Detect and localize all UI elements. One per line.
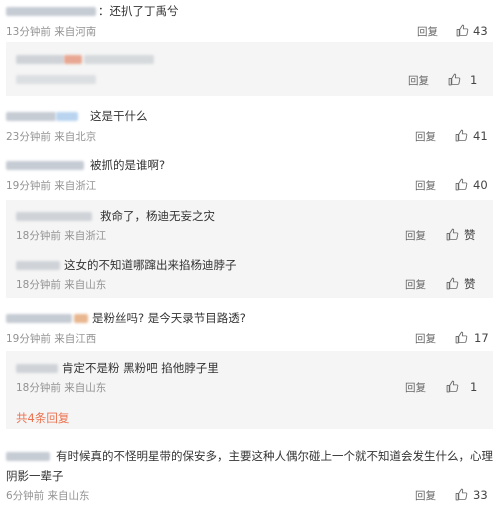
reply-button[interactable]: 回复 <box>405 278 426 292</box>
thumbs-up-icon[interactable] <box>455 331 468 344</box>
username-blurred[interactable] <box>6 161 84 170</box>
reply-meta: 18分钟前 来自浙江 <box>16 230 107 242</box>
comment-text: 被抓的是谁啊? <box>90 158 166 172</box>
comment-text-continued: 阴影一辈子 <box>6 469 64 483</box>
thumbs-up-icon[interactable] <box>455 178 468 191</box>
reply-text: 肯定不是粉 黑粉吧 掐他脖子里 <box>62 361 219 375</box>
reply-button[interactable]: 回复 <box>408 74 429 88</box>
reply-meta: 18分钟前 来自山东 <box>16 382 107 394</box>
like-label: 赞 <box>464 277 476 291</box>
thumbs-up-icon[interactable] <box>448 73 461 86</box>
reply-text-blurred <box>84 55 154 64</box>
emoji-blurred <box>74 314 88 323</box>
reply-username-blurred[interactable] <box>16 364 58 373</box>
thumbs-up-icon[interactable] <box>446 380 459 393</box>
reply-button[interactable]: 回复 <box>415 489 436 503</box>
reply-text: 这女的不知道哪蹿出来掐杨迪脖子 <box>64 258 237 272</box>
like-count: 33 <box>473 488 488 502</box>
reply-button[interactable]: 回复 <box>405 229 426 243</box>
reply-button[interactable]: 回复 <box>415 332 436 346</box>
badge-blurred <box>56 112 78 121</box>
view-more-replies-link[interactable]: 共4条回复 <box>16 410 69 426</box>
username-blurred[interactable] <box>6 314 72 323</box>
like-label: 赞 <box>464 228 476 242</box>
reply-meta-blurred <box>16 75 96 84</box>
reply-button[interactable]: 回复 <box>415 130 436 144</box>
comment-meta: 13分钟前 来自河南 <box>6 26 97 38</box>
comment-meta: 19分钟前 来自江西 <box>6 333 97 345</box>
reply-emoji-blurred <box>64 55 82 64</box>
like-count: 1 <box>470 380 478 394</box>
thumbs-up-icon[interactable] <box>456 24 469 37</box>
comment-meta: 19分钟前 来自浙江 <box>6 180 97 192</box>
comment-text: 是粉丝吗? 是今天录节目路透? <box>92 311 246 325</box>
username-blurred[interactable] <box>6 7 96 16</box>
thumbs-up-icon[interactable] <box>455 488 468 501</box>
reply-meta: 18分钟前 来自山东 <box>16 279 107 291</box>
thumbs-up-icon[interactable] <box>446 277 459 290</box>
like-count: 17 <box>474 331 489 345</box>
like-count: 41 <box>473 129 488 143</box>
like-count: 1 <box>470 73 478 87</box>
comment-text: 有时候真的不怪明星带的保安多，主要这种人偶尔碰上一个就不知道会发生什么，心理 <box>56 449 493 463</box>
like-count: 43 <box>473 24 488 38</box>
thumbs-up-icon[interactable] <box>455 129 468 142</box>
reply-text: 救命了，杨迪无妄之灾 <box>100 209 215 223</box>
reply-button[interactable]: 回复 <box>417 25 438 39</box>
thumbs-up-icon[interactable] <box>446 228 459 241</box>
comment-meta: 23分钟前 来自北京 <box>6 131 97 143</box>
like-count: 40 <box>473 178 488 192</box>
comment-meta: 6分钟前 来自山东 <box>6 490 90 502</box>
reply-username-blurred[interactable] <box>16 261 60 270</box>
reply-button[interactable]: 回复 <box>415 179 436 193</box>
reply-button[interactable]: 回复 <box>405 381 426 395</box>
comment-text: 这是干什么 <box>90 109 148 123</box>
reply-username-blurred[interactable] <box>16 212 92 221</box>
username-blurred[interactable] <box>6 112 56 121</box>
username-blurred[interactable] <box>6 452 50 461</box>
reply-username-blurred[interactable] <box>16 55 64 64</box>
comment-text: ：还扒了丁禹兮 <box>98 4 179 18</box>
